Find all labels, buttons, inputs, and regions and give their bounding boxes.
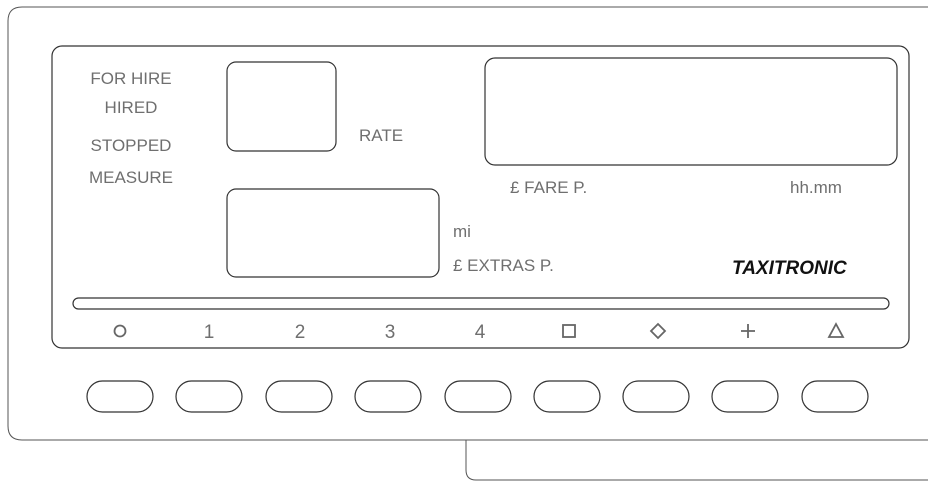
meter-button-square[interactable]: [533, 380, 601, 413]
status-hired: HIRED: [105, 98, 158, 117]
key-label-3: 3: [385, 322, 396, 343]
circle-icon: [113, 324, 127, 338]
meter-button-4[interactable]: [444, 380, 512, 413]
meter-button-0[interactable]: [86, 380, 154, 413]
extras-label: £ EXTRAS P.: [453, 256, 554, 275]
meter-button-triangle[interactable]: [801, 380, 869, 413]
taximeter-diagram: FOR HIRE HIRED STOPPED MEASURE RATE £ FA…: [7, 6, 928, 481]
meter-button-diamond[interactable]: [622, 380, 690, 413]
key-label-1: 1: [204, 322, 215, 343]
meter-button-3[interactable]: [354, 380, 422, 413]
status-for-hire: FOR HIRE: [90, 69, 171, 88]
status-measure: MEASURE: [89, 168, 173, 187]
fare-label: £ FARE P.: [510, 178, 587, 197]
cable-line: [465, 440, 928, 481]
meter-button-2[interactable]: [265, 380, 333, 413]
plus-icon: [741, 324, 755, 338]
square-icon: [562, 324, 576, 338]
key-label-4: 4: [475, 322, 486, 343]
time-label: hh.mm: [790, 178, 842, 197]
meter-button-plus[interactable]: [711, 380, 779, 413]
meter-button-1[interactable]: [175, 380, 243, 413]
diamond-icon: [649, 322, 667, 340]
distance-unit: mi: [453, 222, 471, 241]
button-row: [86, 380, 869, 413]
key-legend: 1 2 3 4: [113, 322, 845, 343]
rate-label: RATE: [359, 126, 403, 145]
display-panel: [51, 45, 910, 349]
brand-logo: TAXITRONIC: [732, 258, 847, 279]
extras-window: [226, 188, 440, 278]
key-label-2: 2: [295, 322, 306, 343]
status-stopped: STOPPED: [91, 136, 172, 155]
fare-window: [484, 57, 898, 166]
rate-window: [226, 61, 337, 152]
slot-bar: [72, 297, 890, 310]
triangle-icon: [827, 322, 845, 338]
